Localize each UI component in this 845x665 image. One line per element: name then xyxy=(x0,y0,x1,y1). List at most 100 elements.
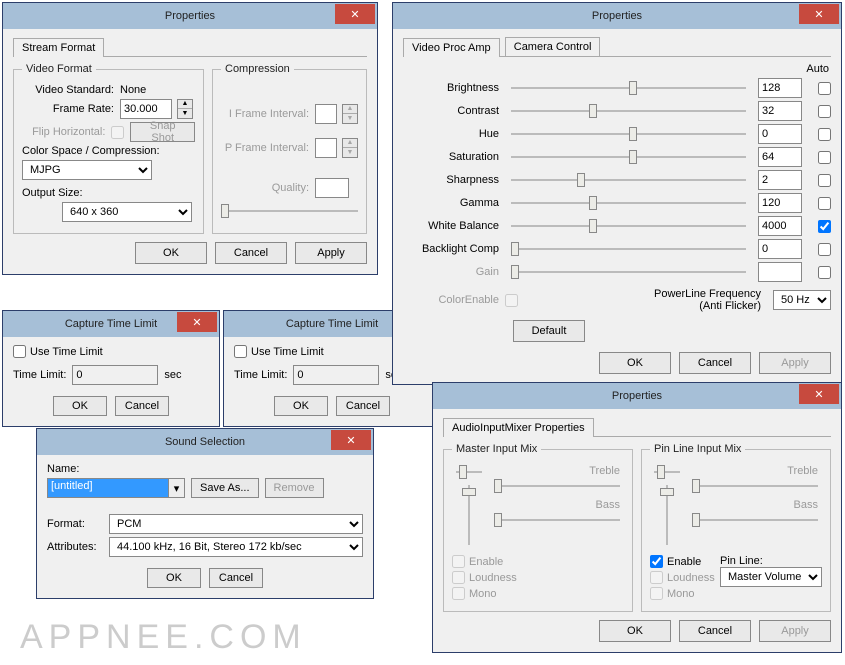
vpa-slider[interactable] xyxy=(511,242,746,256)
format-select[interactable]: PCM xyxy=(109,514,363,534)
vpa-label: Saturation xyxy=(403,151,499,163)
ok-button[interactable]: OK xyxy=(274,396,328,416)
cancel-button[interactable]: Cancel xyxy=(679,620,751,642)
use-time-limit-checkbox[interactable]: Use Time Limit xyxy=(13,345,103,358)
vpa-value-input[interactable] xyxy=(758,78,802,98)
ok-button[interactable]: OK xyxy=(135,242,207,264)
quality-label: Quality: xyxy=(221,182,309,194)
vpa-slider[interactable] xyxy=(511,127,746,141)
vpa-auto-checkbox[interactable] xyxy=(818,220,831,233)
watermark: APPNEE.COM xyxy=(20,618,307,657)
vpa-slider[interactable] xyxy=(511,150,746,164)
close-icon[interactable]: ✕ xyxy=(177,312,217,332)
vpa-slider[interactable] xyxy=(511,81,746,95)
time-limit-input[interactable] xyxy=(72,365,158,385)
powerline-label-2: (Anti Flicker) xyxy=(699,300,761,312)
cancel-button[interactable]: Cancel xyxy=(679,352,751,374)
titlebar[interactable]: Properties ✕ xyxy=(393,3,841,29)
compression-group: Compression I Frame Interval: ▲▼ P Frame… xyxy=(212,63,367,234)
chevron-down-icon[interactable]: ▾ xyxy=(168,479,184,497)
vpa-slider[interactable] xyxy=(511,196,746,210)
color-space-select[interactable]: MJPG xyxy=(22,160,152,180)
treble-label: Treble xyxy=(692,465,818,477)
tabstrip: Video Proc Amp Camera Control xyxy=(403,37,831,57)
vpa-value-input[interactable] xyxy=(758,101,802,121)
vpa-value-input[interactable] xyxy=(758,124,802,144)
vpa-value-input[interactable] xyxy=(758,147,802,167)
window-title: Properties xyxy=(393,10,841,22)
vpa-slider xyxy=(511,265,746,279)
ok-button[interactable]: OK xyxy=(599,620,671,642)
window-title: Properties xyxy=(433,390,841,402)
vpa-auto-checkbox[interactable] xyxy=(818,243,831,256)
vpa-slider[interactable] xyxy=(511,219,746,233)
time-limit-input[interactable] xyxy=(293,365,379,385)
cancel-button[interactable]: Cancel xyxy=(115,396,169,416)
titlebar[interactable]: Properties ✕ xyxy=(433,383,841,409)
vpa-auto-checkbox[interactable] xyxy=(818,197,831,210)
close-icon[interactable]: ✕ xyxy=(331,430,371,450)
name-combobox[interactable]: [untitled] ▾ xyxy=(47,478,185,498)
pframe-interval-label: P Frame Interval: xyxy=(221,142,309,154)
spin-up[interactable]: ▲ xyxy=(178,100,192,109)
output-size-label: Output Size: xyxy=(22,187,195,199)
close-icon[interactable]: ✕ xyxy=(799,4,839,24)
tab-stream-format[interactable]: Stream Format xyxy=(13,38,104,57)
powerline-select[interactable]: 50 Hz xyxy=(773,290,831,310)
ok-button[interactable]: OK xyxy=(53,396,107,416)
tab-video-proc-amp[interactable]: Video Proc Amp xyxy=(403,38,500,57)
tab-camera-control[interactable]: Camera Control xyxy=(505,37,601,56)
powerline-label-1: PowerLine Frequency xyxy=(654,288,761,300)
pin-pan-slider[interactable] xyxy=(654,465,680,479)
pin-line-select[interactable]: Master Volume xyxy=(720,567,822,587)
vpa-value-input[interactable] xyxy=(758,170,802,190)
sec-label: sec xyxy=(164,369,181,381)
vpa-slider[interactable] xyxy=(511,104,746,118)
use-time-limit-checkbox[interactable]: Use Time Limit xyxy=(234,345,324,358)
titlebar[interactable]: Capture Time Limit ✕ xyxy=(3,311,219,337)
titlebar[interactable]: Properties ✕ xyxy=(3,3,377,29)
titlebar[interactable]: Sound Selection ✕ xyxy=(37,429,373,455)
vpa-auto-checkbox[interactable] xyxy=(818,174,831,187)
vpa-auto-checkbox[interactable] xyxy=(818,82,831,95)
vpa-auto-checkbox[interactable] xyxy=(818,128,831,141)
output-size-select[interactable]: 640 x 360 xyxy=(62,202,192,222)
pin-enable-checkbox[interactable]: Enable xyxy=(650,555,701,568)
cancel-button[interactable]: Cancel xyxy=(336,396,390,416)
apply-button[interactable]: Apply xyxy=(295,242,367,264)
frame-rate-spinner[interactable]: ▲▼ xyxy=(177,99,193,119)
save-as-button[interactable]: Save As... xyxy=(191,478,259,498)
vpa-value-input[interactable] xyxy=(758,216,802,236)
master-pan-slider xyxy=(456,465,482,479)
video-format-group: Video Format Video Standard: None Frame … xyxy=(13,63,204,234)
frame-rate-input[interactable] xyxy=(120,99,172,119)
pframe-spinner: ▲▼ xyxy=(342,138,358,158)
vpa-value-input[interactable] xyxy=(758,239,802,259)
tab-audio-mixer[interactable]: AudioInputMixer Properties xyxy=(443,418,594,437)
ok-button[interactable]: OK xyxy=(599,352,671,374)
quality-slider xyxy=(221,204,358,218)
window-title: Properties xyxy=(3,10,377,22)
close-icon[interactable]: ✕ xyxy=(335,4,375,24)
ok-button[interactable]: OK xyxy=(147,568,201,588)
vpa-auto-checkbox[interactable] xyxy=(818,266,831,279)
tabstrip: Stream Format xyxy=(13,37,367,57)
pin-bass-slider xyxy=(692,513,818,527)
spin-down[interactable]: ▼ xyxy=(178,109,192,118)
vpa-value-input[interactable] xyxy=(758,193,802,213)
vpa-slider[interactable] xyxy=(511,173,746,187)
cancel-button[interactable]: Cancel xyxy=(215,242,287,264)
cancel-button[interactable]: Cancel xyxy=(209,568,263,588)
frame-rate-label: Frame Rate: xyxy=(22,103,114,115)
attributes-select[interactable]: 44.100 kHz, 16 Bit, Stereo 172 kb/sec xyxy=(109,537,363,557)
vpa-auto-checkbox[interactable] xyxy=(818,151,831,164)
vpa-auto-checkbox[interactable] xyxy=(818,105,831,118)
pin-vol-slider[interactable] xyxy=(660,485,674,545)
close-icon[interactable]: ✕ xyxy=(799,384,839,404)
snap-shot-button: Snap Shot xyxy=(130,122,195,142)
vpa-label: Hue xyxy=(403,128,499,140)
auto-header: Auto xyxy=(403,63,831,75)
master-enable-checkbox: Enable xyxy=(452,555,503,568)
dialog-sound-selection: Sound Selection ✕ Name: [untitled] ▾ Sav… xyxy=(36,428,374,599)
default-button[interactable]: Default xyxy=(513,320,585,342)
